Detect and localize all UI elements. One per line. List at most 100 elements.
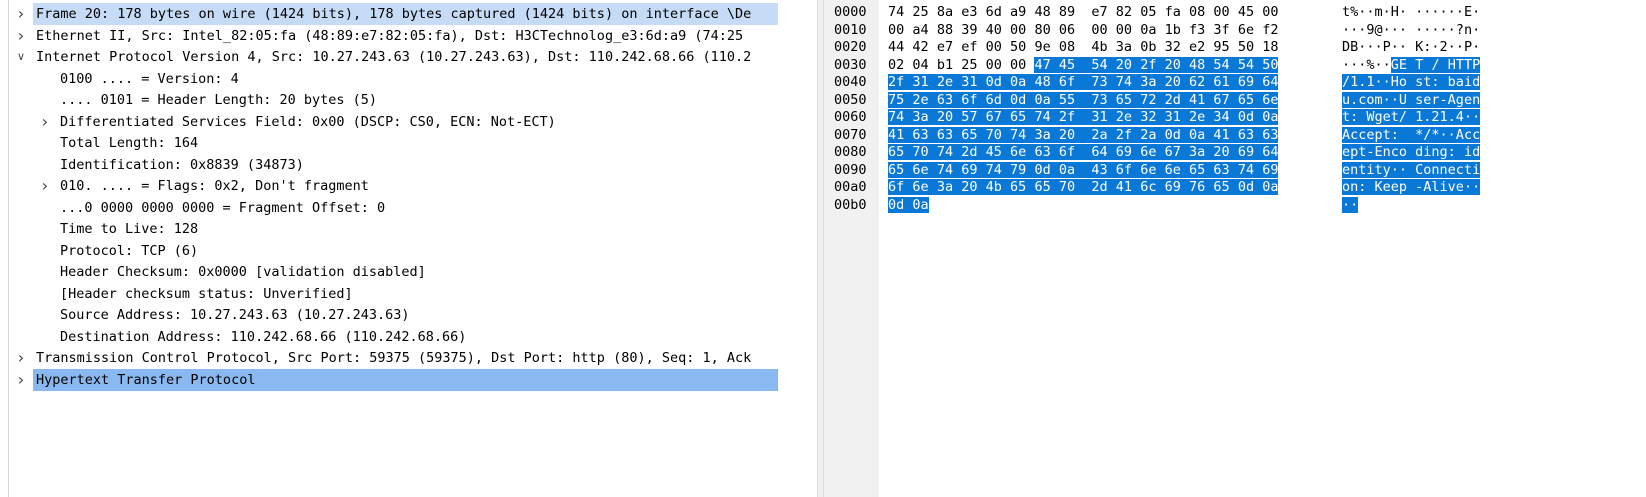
hex-byte[interactable]: 3a bbox=[936, 179, 954, 195]
hex-row[interactable]: 0090 65 6e 74 69 74 79 0d 0a 43 6f 6e 6e … bbox=[824, 161, 1646, 180]
hex-byte[interactable]: 04 bbox=[912, 57, 928, 73]
hex-byte[interactable]: 69 bbox=[1237, 144, 1255, 160]
hex-byte[interactable]: 6e bbox=[1140, 144, 1157, 160]
hex-byte[interactable]: 50 bbox=[1262, 56, 1279, 73]
hex-byte[interactable]: 65 bbox=[1034, 179, 1051, 195]
hex-byte[interactable]: 31 bbox=[961, 74, 978, 90]
hex-byte[interactable]: 65 bbox=[1010, 109, 1027, 125]
hex-byte[interactable]: 45 bbox=[1058, 56, 1076, 73]
hex-byte[interactable]: 73 bbox=[1091, 91, 1108, 108]
tree-row[interactable]: Header Checksum: 0x0000 [validation disa… bbox=[0, 261, 817, 283]
hex-byte[interactable]: 0a bbox=[1010, 74, 1027, 90]
hex-byte[interactable]: 20 bbox=[1164, 74, 1181, 90]
hex-byte[interactable]: 0a bbox=[1262, 179, 1279, 195]
hex-byte[interactable]: 61 bbox=[1213, 74, 1230, 90]
hex-byte[interactable]: b1 bbox=[937, 57, 953, 73]
hex-byte[interactable]: 63 bbox=[936, 91, 954, 108]
hex-byte[interactable]: 0a bbox=[1058, 161, 1076, 178]
collapsed-chevron-icon[interactable]: › bbox=[38, 175, 52, 197]
hex-byte[interactable]: 65 bbox=[1237, 91, 1255, 108]
hex-byte[interactable]: 18 bbox=[1262, 39, 1278, 55]
hex-byte[interactable]: 2f bbox=[1140, 56, 1157, 73]
hex-byte[interactable]: 9e bbox=[1034, 39, 1050, 55]
ascii-chunk[interactable]: Accept: bbox=[1342, 126, 1408, 143]
ascii-chunk[interactable]: ···%··GE bbox=[1342, 56, 1408, 73]
packet-details-pane[interactable]: › Frame 20: 178 bytes on wire (1424 bits)… bbox=[0, 0, 817, 497]
hex-byte[interactable]: 72 bbox=[1140, 91, 1157, 108]
hex-byte[interactable]: 63 bbox=[912, 126, 929, 143]
hex-byte[interactable]: 20 bbox=[1164, 56, 1181, 73]
hex-byte[interactable]: 63 bbox=[1213, 161, 1230, 178]
hex-byte[interactable]: 40 bbox=[986, 22, 1002, 38]
hex-byte[interactable]: 6c bbox=[1140, 179, 1157, 195]
hex-byte[interactable]: 20 bbox=[1213, 144, 1230, 160]
hex-byte[interactable]: 48 bbox=[1034, 74, 1051, 90]
hex-row[interactable]: 00b0 0d 0a ·· bbox=[824, 196, 1646, 215]
hex-byte[interactable]: 00 bbox=[1116, 22, 1132, 38]
hex-byte[interactable]: 0a bbox=[1262, 109, 1279, 125]
hex-byte[interactable]: 65 bbox=[888, 144, 905, 160]
hex-byte[interactable]: 64 bbox=[1262, 144, 1279, 160]
tree-row[interactable]: Source Address: 10.27.243.63 (10.27.243.… bbox=[0, 304, 817, 326]
hex-byte[interactable]: 00 bbox=[1010, 57, 1026, 73]
hex-byte[interactable]: 65 bbox=[888, 161, 905, 178]
hex-byte[interactable]: 39 bbox=[961, 22, 977, 38]
hex-byte[interactable]: 69 bbox=[961, 161, 978, 178]
hex-byte[interactable]: 4b bbox=[1091, 39, 1107, 55]
hex-byte[interactable]: 00 bbox=[1262, 4, 1278, 20]
hex-byte[interactable]: 2e bbox=[1189, 109, 1206, 125]
hex-byte[interactable]: 08 bbox=[1189, 4, 1205, 20]
tree-row[interactable]: Total Length: 164 bbox=[0, 132, 817, 154]
hex-byte[interactable]: 0a bbox=[1140, 22, 1156, 38]
hex-byte[interactable]: 45 bbox=[1238, 4, 1254, 20]
hex-row[interactable]: 0000 74 25 8a e3 6d a9 48 89 e7 82 05 fa … bbox=[824, 4, 1646, 22]
hex-byte[interactable]: 6e bbox=[1238, 22, 1254, 38]
hex-byte[interactable]: 3a bbox=[1116, 39, 1132, 55]
hex-byte[interactable]: 20 bbox=[936, 109, 954, 125]
hex-byte[interactable]: 47 bbox=[1034, 56, 1051, 73]
hex-byte[interactable]: 31 bbox=[912, 74, 929, 90]
hex-byte[interactable]: 4b bbox=[985, 179, 1002, 195]
tree-row[interactable]: ∨ Internet Protocol Version 4, Src: 10.27… bbox=[0, 46, 817, 68]
hex-byte[interactable]: 6e bbox=[912, 179, 929, 195]
hex-byte[interactable]: 6d bbox=[986, 4, 1002, 20]
hex-byte[interactable]: 00 bbox=[986, 57, 1002, 73]
packet-bytes-pane[interactable]: 0000 74 25 8a e3 6d a9 48 89 e7 82 05 fa … bbox=[824, 0, 1646, 497]
hex-row[interactable]: 0010 00 a4 88 39 40 00 80 06 00 00 0a 1b … bbox=[824, 22, 1646, 40]
tree-row[interactable]: [Header checksum status: Unverified] bbox=[0, 283, 817, 305]
tree-row[interactable]: › Ethernet II, Src: Intel_82:05:fa (48:89… bbox=[0, 25, 817, 47]
hex-byte[interactable]: 70 bbox=[1058, 179, 1076, 195]
hex-byte[interactable]: 74 bbox=[888, 4, 904, 20]
ascii-chunk[interactable]: Connecti bbox=[1415, 161, 1481, 178]
hex-byte[interactable]: 6f bbox=[1115, 161, 1133, 178]
collapsed-chevron-icon[interactable]: › bbox=[14, 3, 28, 25]
hex-byte[interactable]: 0d bbox=[1237, 109, 1255, 125]
hex-byte[interactable]: 6f bbox=[888, 179, 905, 195]
hex-byte[interactable]: 2a bbox=[1140, 126, 1157, 143]
hex-byte[interactable]: 2d bbox=[1091, 179, 1108, 195]
hex-byte[interactable]: 3a bbox=[912, 109, 929, 125]
hex-byte[interactable]: 6e bbox=[1262, 91, 1279, 108]
ascii-chunk[interactable]: -Alive·· bbox=[1415, 179, 1481, 195]
hex-byte[interactable]: 25 bbox=[961, 57, 977, 73]
ascii-chunk[interactable]: ······E· bbox=[1415, 4, 1480, 20]
hex-byte[interactable]: 69 bbox=[1262, 161, 1279, 178]
hex-byte[interactable]: 0a bbox=[1034, 91, 1051, 108]
hex-byte[interactable]: 69 bbox=[1237, 74, 1255, 90]
hex-byte[interactable]: 00 bbox=[986, 39, 1002, 55]
hex-byte[interactable]: 20 bbox=[1058, 126, 1076, 143]
hex-byte[interactable]: 20 bbox=[1115, 56, 1133, 73]
hex-byte[interactable]: 0a bbox=[1189, 126, 1206, 143]
hex-byte[interactable]: 65 bbox=[1189, 161, 1206, 178]
hex-byte[interactable]: 6e bbox=[1140, 161, 1157, 178]
hex-byte[interactable]: 32 bbox=[1165, 39, 1181, 55]
pane-splitter[interactable] bbox=[817, 0, 824, 497]
hex-byte[interactable]: 74 bbox=[985, 161, 1002, 178]
hex-byte[interactable]: 79 bbox=[1010, 161, 1027, 178]
hex-byte[interactable]: 41 bbox=[888, 126, 905, 143]
tree-row[interactable]: 0100 .... = Version: 4 bbox=[0, 68, 817, 90]
hex-byte[interactable]: 3a bbox=[1189, 144, 1206, 160]
hex-byte[interactable]: 3a bbox=[1034, 126, 1051, 143]
hex-row[interactable]: 0060 74 3a 20 57 67 65 74 2f 31 2e 32 31 … bbox=[824, 109, 1646, 127]
ascii-chunk[interactable]: st: baid bbox=[1415, 74, 1481, 90]
